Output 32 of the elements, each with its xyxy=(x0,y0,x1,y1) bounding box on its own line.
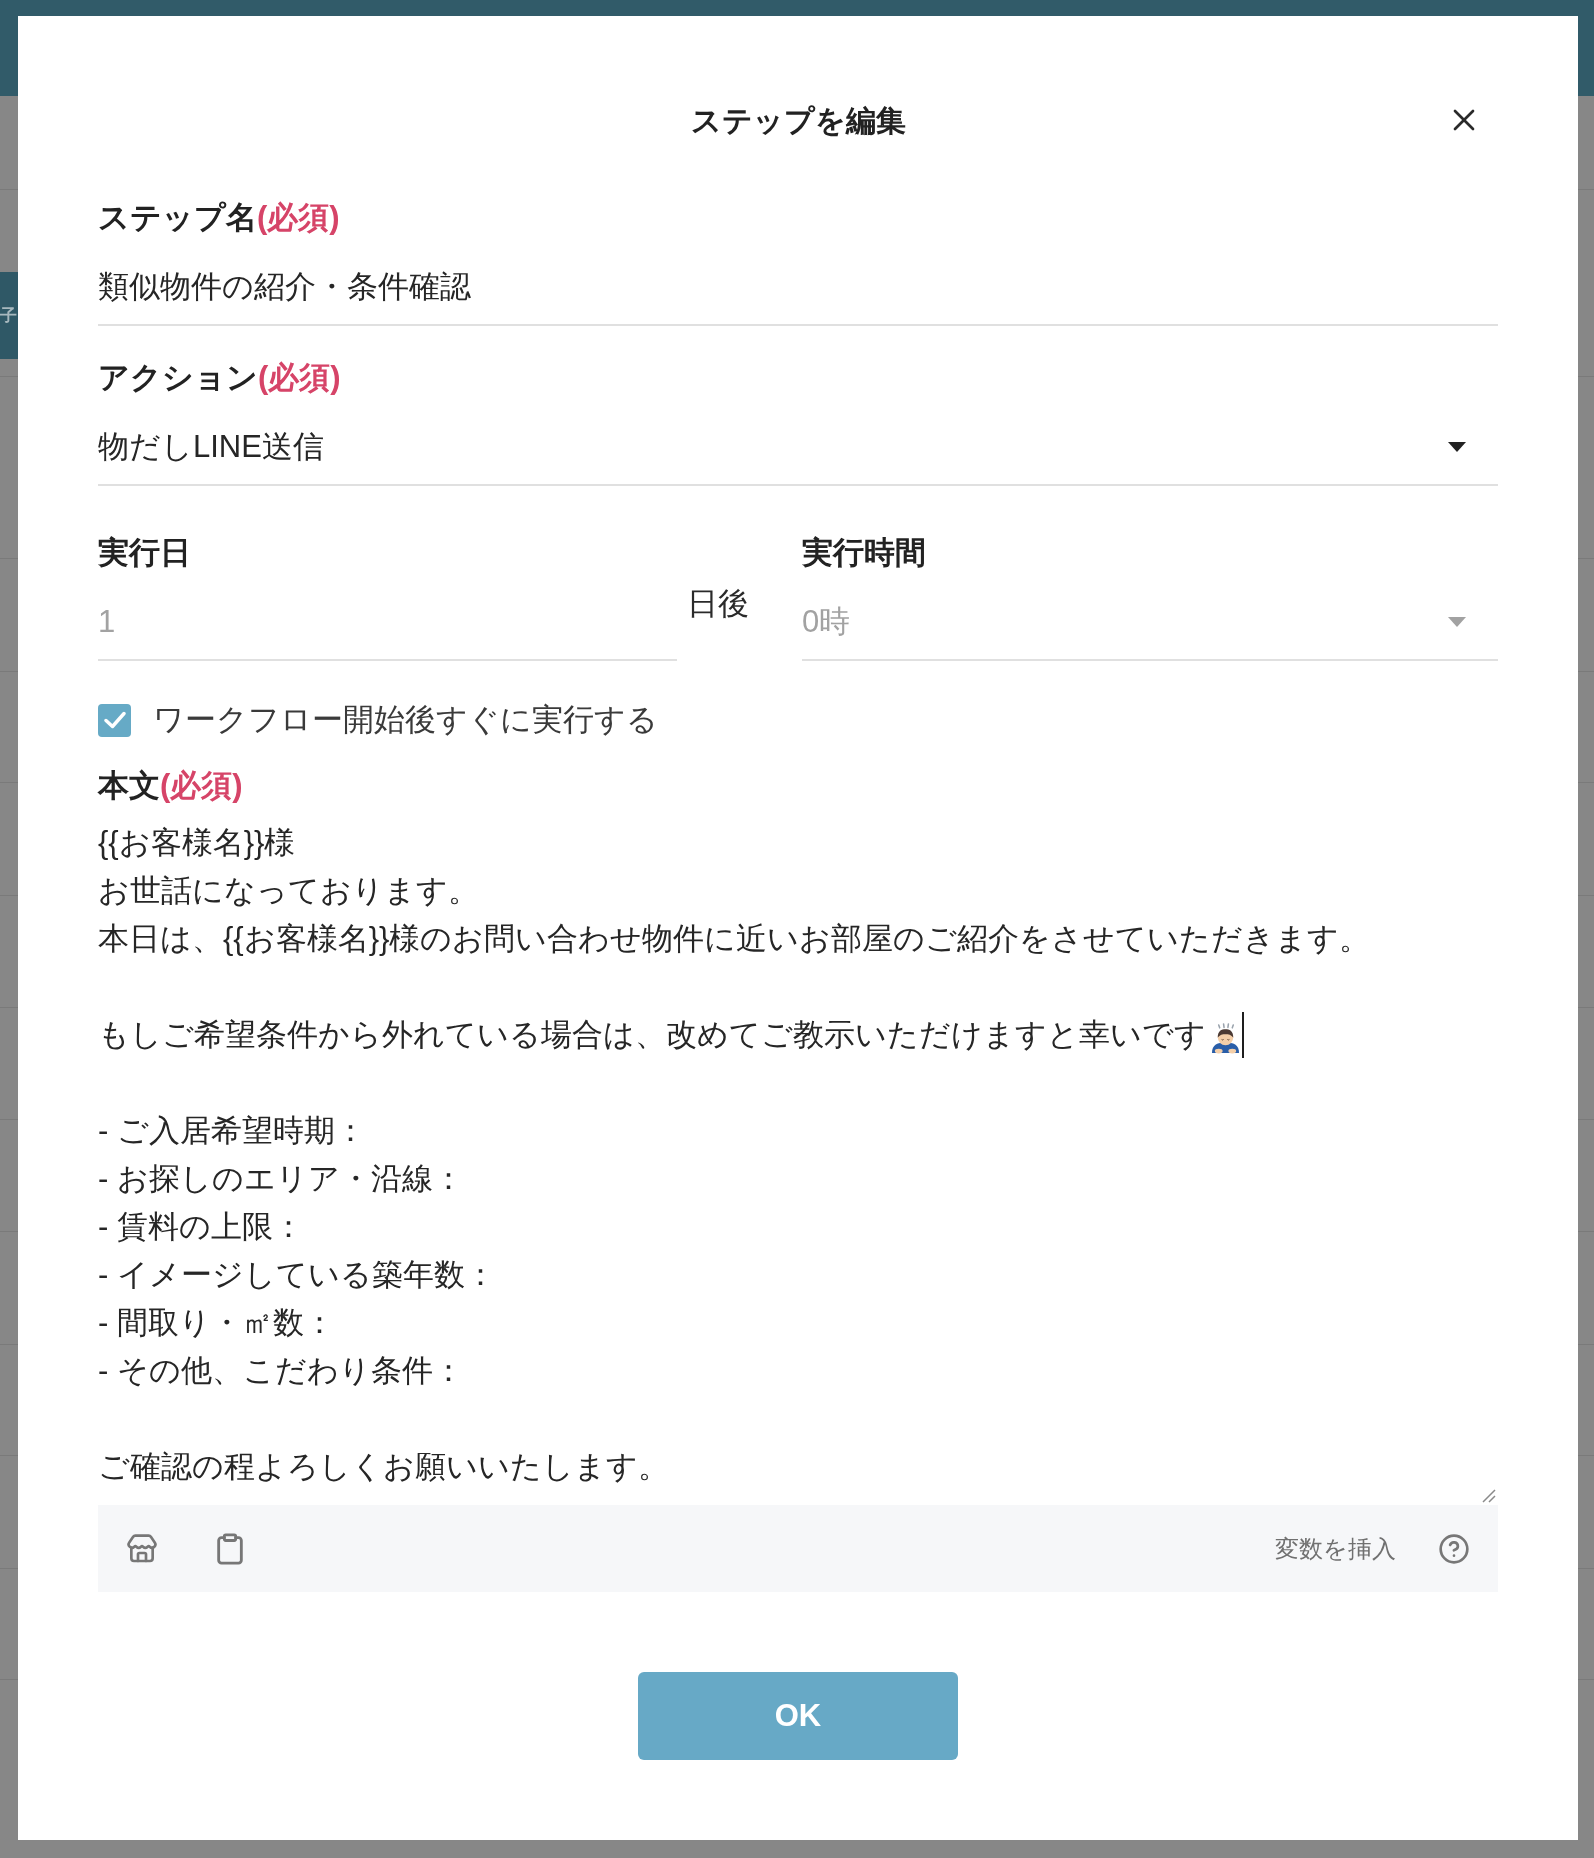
body-text-line: - 間取り・㎡数： xyxy=(98,1304,335,1342)
action-select[interactable]: 物だしLINE送信 xyxy=(98,410,1498,486)
resize-handle-icon[interactable] xyxy=(1482,1489,1496,1503)
checkbox-label: ワークフロー開始後すぐに実行する xyxy=(153,701,658,739)
unit-label: 日後 xyxy=(687,585,749,623)
dialog-title: ステップを編集 xyxy=(690,103,906,139)
checkbox[interactable] xyxy=(98,703,131,737)
body-text-line: - 賃料の上限： xyxy=(98,1208,304,1246)
field-label: アクション(必須) xyxy=(98,359,341,397)
side-tab[interactable]: 子 xyxy=(0,272,18,359)
body-text-line: お世話になっております。 xyxy=(98,872,479,910)
body-text-line: 本日は、{{お客様名}}様のお問い合わせ物件に近いお部屋のご紹介をさせていただきます。 xyxy=(98,920,1371,958)
body-text-line: - その他、こだわり条件： xyxy=(98,1352,464,1390)
insert-variable-button[interactable]: 変数を挿入 xyxy=(1275,1532,1396,1565)
body-text-line: - お探しのエリア・沿線： xyxy=(98,1160,464,1198)
body-text-line: - イメージしている築年数： xyxy=(98,1256,496,1294)
body-text-line: {{お客様名}}様 xyxy=(98,824,296,862)
body-text-line: もしご希望条件から外れている場合は、改めてご教示いただけますと幸いです xyxy=(98,1016,1206,1054)
checkmark-icon xyxy=(103,711,126,729)
caret-down-icon xyxy=(1448,442,1466,452)
store-icon[interactable] xyxy=(126,1532,158,1565)
field-label: 実行日 xyxy=(98,534,191,572)
step-name-input[interactable]: 類似物件の紹介・条件確認 xyxy=(98,250,1498,326)
caret-down-icon xyxy=(1448,617,1466,627)
body-text-line: - ご入居希望時期： xyxy=(98,1112,366,1150)
field-label: 本文(必須) xyxy=(98,767,243,805)
help-icon[interactable] xyxy=(1438,1532,1470,1565)
ok-button[interactable]: OK xyxy=(638,1672,958,1760)
field-label: ステップ名(必須) xyxy=(98,199,340,237)
body-textarea[interactable]: {{お客様名}}様 お世話になっております。 本日は、{{お客様名}}様のお問い合わせ物件に近いお部屋のご紹介をさせていただきます。 もしご希望条件から外れている場合は、改めてご教示いただけますと幸いです - ご入居希望時期： - お探しのエリア・沿線： - 賃料の上限： - イメージしている築年数： - 間取り・㎡数： - その他、こだわり条件： ご確認の程よろしくお願いいたします。 xyxy=(98,819,1498,1505)
field-label: 実行時間 xyxy=(802,534,926,572)
body-text-line: ご確認の程よろしくお願いいたします。 xyxy=(98,1448,669,1486)
